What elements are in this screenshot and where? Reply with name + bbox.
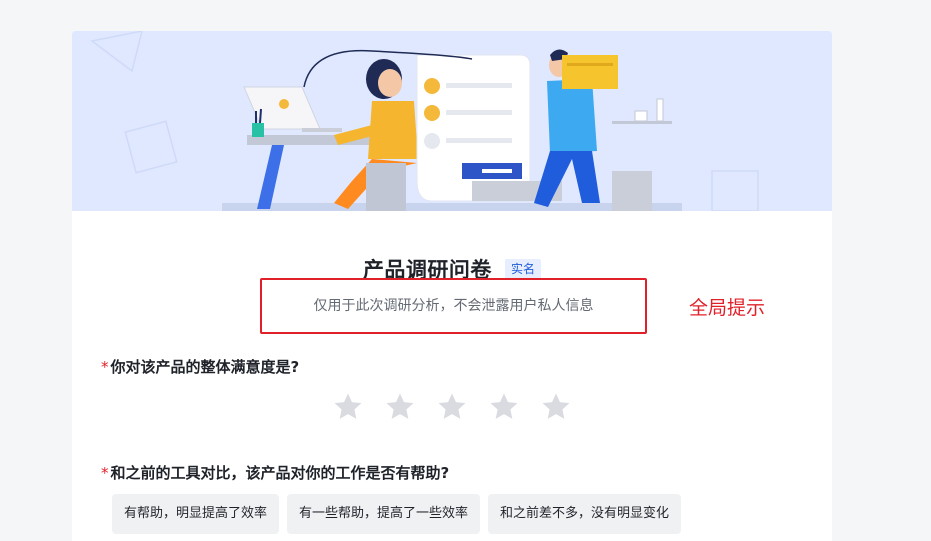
star-icon-3[interactable]: [435, 390, 469, 424]
option-somewhat-helpful[interactable]: 有一些帮助，提高了一些效率: [287, 494, 481, 534]
star-icon-5[interactable]: [539, 390, 573, 424]
banner-illustration: [72, 31, 832, 211]
question-text: 你对该产品的整体满意度是?: [110, 358, 300, 376]
question-label: * 和之前的工具对比，该产品对你的工作是否有帮助?: [101, 462, 801, 483]
required-mark: *: [101, 358, 109, 376]
star-icon-2[interactable]: [383, 390, 417, 424]
global-hint-annotation: 全局提示: [689, 297, 766, 319]
option-very-helpful[interactable]: 有帮助，明显提高了效率: [112, 494, 280, 534]
star-icon-1[interactable]: [331, 390, 365, 424]
star-icon-4[interactable]: [487, 390, 521, 424]
star-rating: [331, 390, 591, 428]
choice-options: 有帮助，明显提高了效率 有一些帮助，提高了一些效率 和之前差不多，没有明显变化: [112, 494, 689, 534]
question-helpfulness: * 和之前的工具对比，该产品对你的工作是否有帮助? 有帮助，明显提高了效率 有一些帮…: [101, 462, 801, 534]
option-no-change[interactable]: 和之前差不多，没有明显变化: [488, 494, 682, 534]
global-hint-highlight: 仅用于此次调研分析，不会泄露用户私人信息: [260, 278, 647, 334]
question-text: 和之前的工具对比，该产品对你的工作是否有帮助?: [110, 464, 450, 482]
question-label: * 你对该产品的整体满意度是?: [101, 356, 801, 377]
survey-page: 产品调研问卷 实名 仅用于此次调研分析，不会泄露用户私人信息 全局提示 * 你对该…: [0, 0, 931, 541]
required-mark: *: [101, 464, 109, 482]
global-hint-text: 仅用于此次调研分析，不会泄露用户私人信息: [313, 298, 594, 314]
question-satisfaction: * 你对该产品的整体满意度是?: [101, 356, 801, 419]
realname-tag: 实名: [505, 259, 542, 279]
